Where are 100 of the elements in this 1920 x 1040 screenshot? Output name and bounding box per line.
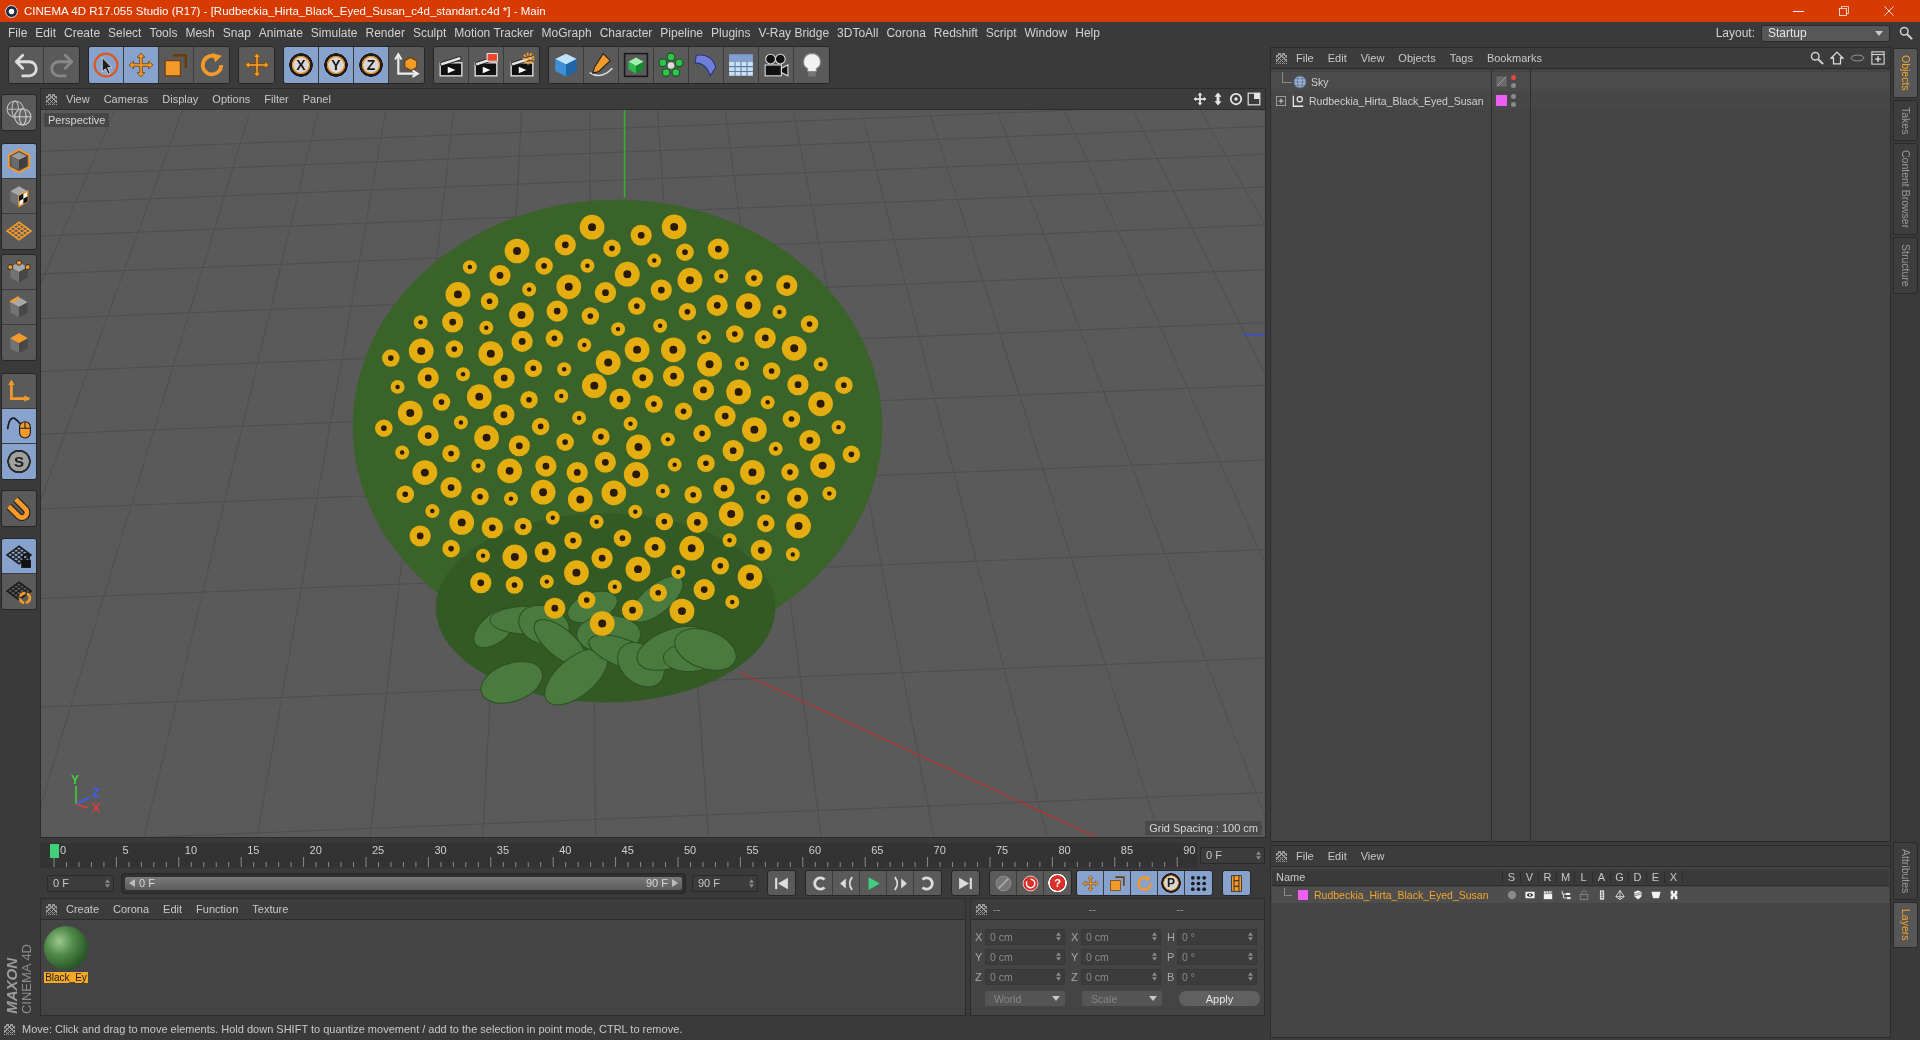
render-settings-button[interactable] bbox=[504, 47, 539, 83]
layout-dropdown[interactable]: Startup bbox=[1761, 24, 1890, 42]
edges-mode-button[interactable] bbox=[2, 290, 36, 325]
menu-item[interactable]: Mesh bbox=[181, 25, 219, 41]
current-frame-field[interactable]: 0 F bbox=[1200, 846, 1265, 864]
render-view-button[interactable] bbox=[434, 47, 469, 83]
layer-color-icon[interactable] bbox=[1496, 95, 1507, 106]
material-menu-item[interactable]: Create bbox=[59, 902, 107, 916]
render-visibility-dot-icon[interactable] bbox=[1511, 83, 1516, 88]
object-menu-item[interactable]: Tags bbox=[1442, 51, 1480, 65]
layer-name[interactable]: Rudbeckia_Hirta_Black_Eyed_Susan bbox=[1314, 889, 1489, 901]
solo-mode-button[interactable]: S bbox=[2, 444, 36, 479]
expand-icon[interactable] bbox=[1276, 95, 1286, 106]
recent-tool-button[interactable] bbox=[238, 46, 275, 84]
slashed-square-icon[interactable] bbox=[1496, 76, 1507, 87]
puzzle-icon[interactable] bbox=[1669, 890, 1679, 900]
viewport-menu-item[interactable]: Panel bbox=[295, 92, 338, 106]
timeline-window-button[interactable] bbox=[1222, 870, 1251, 896]
menu-item[interactable]: Animate bbox=[254, 25, 307, 41]
make-editable-button[interactable] bbox=[1, 94, 37, 131]
side-tab[interactable]: Attributes bbox=[1893, 842, 1918, 901]
search-icon[interactable] bbox=[1810, 51, 1824, 65]
menu-item[interactable]: Tools bbox=[145, 25, 182, 41]
object-menu-item[interactable]: File bbox=[1289, 51, 1321, 65]
pyramid-icon[interactable] bbox=[1615, 890, 1625, 900]
menu-item[interactable]: Motion Tracker bbox=[450, 25, 538, 41]
material-menu-item[interactable]: Function bbox=[189, 902, 246, 916]
next-frame-button[interactable] bbox=[887, 871, 914, 895]
polygons-mode-button[interactable] bbox=[2, 325, 36, 360]
menu-item[interactable]: 3DToAll bbox=[833, 25, 883, 41]
spinner-icon[interactable] bbox=[749, 878, 754, 888]
column-header[interactable]: M bbox=[1557, 871, 1575, 883]
texture-mode-button[interactable] bbox=[2, 179, 36, 214]
record-button[interactable] bbox=[1017, 871, 1044, 895]
column-header[interactable]: G bbox=[1611, 871, 1629, 883]
material-name[interactable]: Black_Ey bbox=[44, 972, 88, 983]
column-header[interactable]: L bbox=[1575, 871, 1593, 883]
column-header[interactable]: X bbox=[1665, 871, 1683, 883]
layer-menu-item[interactable]: File bbox=[1289, 849, 1321, 863]
menu-item[interactable]: V-Ray Bridge bbox=[754, 25, 834, 41]
side-tab[interactable]: Objects bbox=[1893, 48, 1918, 98]
material-menu-item[interactable]: Corona bbox=[106, 902, 157, 916]
spinner-icon[interactable] bbox=[1056, 972, 1061, 981]
menu-item[interactable]: Sculpt bbox=[408, 25, 451, 41]
material-menu-item[interactable]: Edit bbox=[156, 902, 190, 916]
previous-frame-button[interactable] bbox=[833, 871, 860, 895]
menu-item[interactable]: MoGraph bbox=[537, 25, 596, 41]
timeline-ruler[interactable]: 0 5 10 15 20 25 30 35 40 45 50 55 60 65 70 75 80 85 90 bbox=[40, 842, 1197, 868]
layer-menu-item[interactable]: View bbox=[1353, 849, 1392, 863]
hierarchy-icon[interactable] bbox=[1561, 890, 1571, 900]
light-object-button[interactable] bbox=[794, 47, 829, 83]
shield-icon[interactable] bbox=[1633, 890, 1643, 900]
side-tab[interactable]: Content Browser bbox=[1893, 143, 1918, 236]
move-arrows-icon[interactable] bbox=[1193, 92, 1207, 106]
side-tab[interactable]: Structure bbox=[1893, 237, 1918, 294]
search-icon[interactable] bbox=[1899, 26, 1913, 40]
object-row[interactable]: Sky bbox=[1271, 72, 1890, 91]
start-frame-field[interactable]: 0 F bbox=[47, 874, 114, 892]
spinner-icon[interactable] bbox=[1056, 952, 1061, 961]
menu-item[interactable]: Redshift bbox=[929, 25, 982, 41]
key-point-level-button[interactable] bbox=[1185, 871, 1212, 895]
spinner-icon[interactable] bbox=[1248, 952, 1253, 961]
spinner-icon[interactable] bbox=[1056, 932, 1061, 941]
film-strip-icon[interactable] bbox=[1597, 890, 1607, 900]
key-scale-button[interactable] bbox=[1104, 871, 1131, 895]
spinner-icon[interactable] bbox=[1152, 932, 1157, 941]
key-rotation-button[interactable] bbox=[1131, 871, 1158, 895]
material-thumbnail[interactable] bbox=[44, 926, 88, 970]
playhead-marker[interactable] bbox=[50, 843, 59, 858]
window-icon[interactable] bbox=[1247, 92, 1261, 106]
key-position-button[interactable] bbox=[1077, 871, 1104, 895]
camera-object-button[interactable] bbox=[759, 47, 794, 83]
spinner-icon[interactable] bbox=[1248, 972, 1253, 981]
column-header[interactable]: E bbox=[1647, 871, 1665, 883]
object-menu-item[interactable]: View bbox=[1353, 51, 1392, 65]
layer-color-icon[interactable] bbox=[1298, 890, 1308, 900]
go-to-start-button[interactable] bbox=[767, 870, 796, 896]
object-menu-item[interactable]: Objects bbox=[1391, 51, 1443, 65]
pen-tool-button[interactable] bbox=[584, 47, 619, 83]
object-menu-item[interactable]: Bookmarks bbox=[1479, 51, 1549, 65]
move-tool-button[interactable] bbox=[124, 47, 159, 83]
planar-workplane-button[interactable] bbox=[2, 574, 36, 609]
flower-bush-drawing[interactable] bbox=[352, 199, 883, 706]
autokey-button[interactable]: ? bbox=[1044, 871, 1071, 895]
menu-item[interactable]: Render bbox=[361, 25, 409, 41]
menu-item[interactable]: Simulate bbox=[306, 25, 362, 41]
x-axis-lock-button[interactable]: X bbox=[284, 47, 319, 83]
left-arrow-icon[interactable] bbox=[129, 879, 135, 887]
next-key-button[interactable] bbox=[914, 871, 941, 895]
editor-visibility-dot-icon[interactable] bbox=[1511, 75, 1516, 80]
scale-tool-button[interactable] bbox=[159, 47, 194, 83]
material-menu-item[interactable]: Texture bbox=[245, 902, 296, 916]
object-name[interactable]: Sky bbox=[1311, 75, 1329, 88]
column-header[interactable]: A bbox=[1593, 871, 1611, 883]
menu-item[interactable]: Script bbox=[981, 25, 1021, 41]
editor-visibility-dot-icon[interactable] bbox=[1511, 94, 1516, 99]
cloner-button[interactable] bbox=[654, 47, 689, 83]
column-header[interactable]: Name bbox=[1272, 871, 1503, 883]
layer-row[interactable]: Rudbeckia_Hirta_Black_Eyed_Susan bbox=[1272, 887, 1889, 903]
column-header[interactable]: R bbox=[1539, 871, 1557, 883]
